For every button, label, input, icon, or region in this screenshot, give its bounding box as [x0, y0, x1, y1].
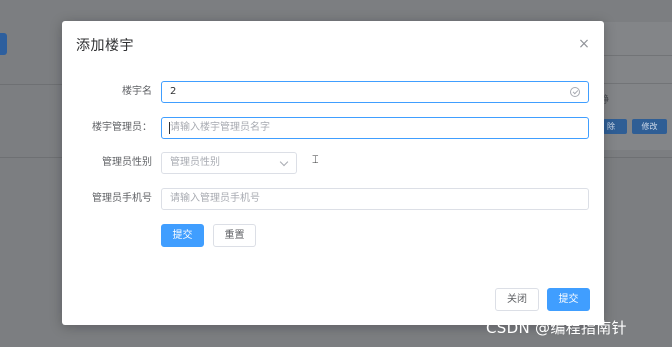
background-divider: [604, 55, 672, 56]
chevron-down-icon: [279, 157, 289, 167]
phone-placeholder: 请输入管理员手机号: [170, 193, 260, 204]
phone-input[interactable]: 请输入管理员手机号: [161, 188, 589, 210]
gender-placeholder: 管理员性别: [170, 157, 220, 168]
dialog-title: 添加楼宇: [76, 38, 134, 54]
manager-name-input[interactable]: 请输入楼宇管理员名字: [161, 117, 589, 139]
background-divider: [604, 83, 672, 84]
text-caret: [169, 122, 170, 134]
manager-name-placeholder: 请输入楼宇管理员名字: [170, 122, 270, 133]
background-blue-chip: [0, 33, 7, 55]
building-name-input[interactable]: 2: [161, 81, 589, 103]
background-edit-button: 修改: [632, 119, 667, 134]
mouse-ibeam-cursor-icon: ⌶: [312, 153, 319, 166]
background-delete-button: 除: [603, 119, 627, 134]
form-reset-button[interactable]: 重置: [213, 224, 256, 247]
check-circle-icon: [570, 87, 580, 97]
manager-label: 楼宇管理员：: [92, 122, 152, 133]
gender-label: 管理员性别: [102, 157, 152, 168]
csdn-watermark: CSDN @编程指南针: [486, 319, 627, 337]
dialog-submit-button[interactable]: 提交: [547, 288, 590, 311]
building-name-value: 2: [170, 86, 177, 97]
close-icon[interactable]: ×: [577, 37, 591, 51]
add-building-dialog: 添加楼宇 × 楼宇名 2 楼宇管理员： 请输入楼宇管理员名字 ⌶ 管理员性别 管…: [62, 21, 604, 325]
gender-select[interactable]: 管理员性别: [161, 152, 297, 174]
form-submit-button[interactable]: 提交: [161, 224, 204, 247]
phone-label: 管理员手机号: [92, 193, 152, 204]
dialog-close-button[interactable]: 关闭: [495, 288, 539, 311]
building-name-label: 楼宇名: [122, 86, 152, 97]
